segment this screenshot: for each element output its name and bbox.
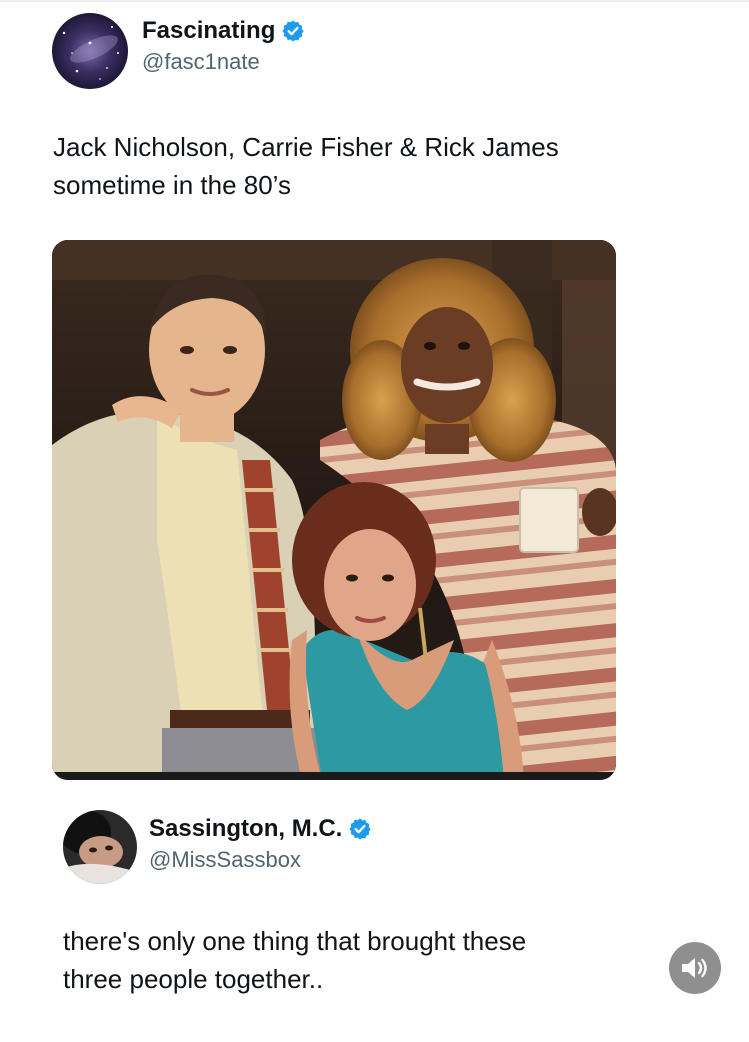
- reply-header: Sassington, M.C. @MissSassbox: [63, 808, 372, 886]
- reply-text-line: there's only one thing that brought thes…: [63, 926, 527, 956]
- galaxy-avatar[interactable]: [52, 13, 128, 89]
- reply-text: there's only one thing that brought thes…: [63, 922, 623, 998]
- speaker-icon: [682, 958, 707, 978]
- verified-badge-icon: [281, 19, 305, 43]
- tweet-header: Fascinating @fasc1nate: [52, 12, 305, 90]
- reply-author-name-row: Sassington, M.C.: [149, 814, 372, 844]
- sound-toggle-button[interactable]: [669, 942, 721, 994]
- vintage-group-photo: [52, 240, 616, 780]
- reply-author-display-name[interactable]: Sassington, M.C.: [149, 814, 342, 844]
- tweet-text-line: sometime in the 80’s: [53, 170, 291, 200]
- reply-text-line: three people together..: [63, 964, 324, 994]
- author-info: Fascinating @fasc1nate: [142, 16, 305, 76]
- verified-badge-icon: [348, 817, 372, 841]
- author-handle[interactable]: @fasc1nate: [142, 48, 305, 76]
- reply-author-handle[interactable]: @MissSassbox: [149, 846, 372, 874]
- author-display-name[interactable]: Fascinating: [142, 16, 275, 46]
- top-divider: [0, 0, 749, 2]
- person-photo-avatar[interactable]: [63, 810, 137, 884]
- tweet-text: Jack Nicholson, Carrie Fisher & Rick Jam…: [53, 128, 673, 204]
- tweet-photo[interactable]: [52, 240, 616, 780]
- tweet-text-line: Jack Nicholson, Carrie Fisher & Rick Jam…: [53, 132, 559, 162]
- reply-author-info: Sassington, M.C. @MissSassbox: [149, 814, 372, 874]
- author-name-row: Fascinating: [142, 16, 305, 46]
